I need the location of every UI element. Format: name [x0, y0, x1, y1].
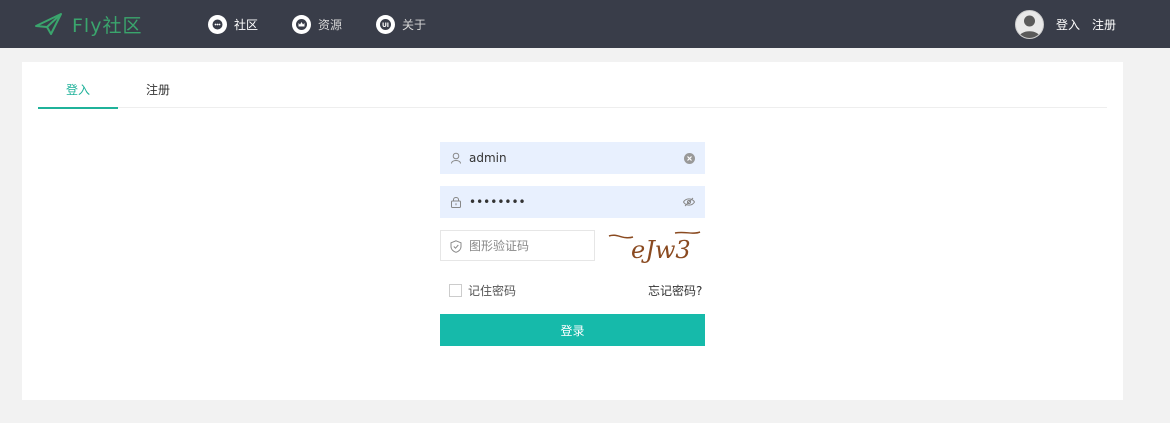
remember-checkbox[interactable] — [449, 284, 462, 297]
tab-login[interactable]: 登入 — [38, 62, 118, 109]
avatar[interactable] — [1014, 9, 1044, 39]
clear-icon[interactable] — [682, 151, 696, 165]
eye-icon[interactable] — [682, 195, 696, 209]
remember-label: 记住密码 — [468, 284, 517, 298]
main-nav: 社区 资源 UI 关于 — [208, 0, 460, 48]
nav-item-label: 资源 — [318, 17, 343, 32]
password-input[interactable] — [469, 186, 679, 218]
logo-text: Fly社区 — [72, 14, 143, 37]
user-area: 登入 注册 — [1014, 0, 1116, 48]
captcha-field — [440, 230, 595, 261]
login-card: 登入 注册 admin •••••••• 图形验证码 eJw3 记住密码 忘记密… — [22, 62, 1123, 400]
svg-text:UI: UI — [382, 22, 389, 29]
forgot-password-link[interactable]: 忘记密码? — [648, 282, 702, 299]
nav-item-label: 社区 — [234, 17, 259, 32]
ui-badge-icon: UI — [376, 14, 396, 34]
chat-bubble-icon — [208, 14, 227, 34]
tab-register[interactable]: 注册 — [118, 62, 198, 108]
lock-icon — [449, 195, 463, 209]
nav-item-resources[interactable]: 资源 — [292, 14, 343, 34]
user-icon — [449, 151, 463, 165]
nav-item-about[interactable]: UI 关于 — [376, 14, 427, 34]
shield-icon — [449, 239, 463, 253]
header-register-link[interactable]: 注册 — [1092, 16, 1116, 33]
tab-bar: 登入 注册 — [38, 62, 1107, 109]
captcha-image[interactable]: eJw3 — [605, 228, 701, 264]
captcha-text: eJw3 — [631, 236, 691, 264]
nav-item-label: 关于 — [402, 17, 427, 32]
crown-icon — [292, 14, 312, 34]
top-header: Fly社区 社区 资源 UI 关于 登入 注册 — [0, 0, 1170, 48]
remember-password[interactable]: 记住密码 — [449, 282, 516, 299]
header-login-link[interactable]: 登入 — [1056, 16, 1080, 33]
username-input[interactable] — [469, 142, 679, 174]
captcha-input[interactable] — [469, 231, 589, 260]
username-field — [440, 142, 705, 174]
password-field — [440, 186, 705, 218]
paper-plane-icon — [34, 12, 64, 36]
logo[interactable]: Fly社区 — [34, 9, 142, 39]
login-button[interactable]: 登录 — [440, 314, 705, 346]
nav-item-community[interactable]: 社区 — [208, 14, 259, 34]
